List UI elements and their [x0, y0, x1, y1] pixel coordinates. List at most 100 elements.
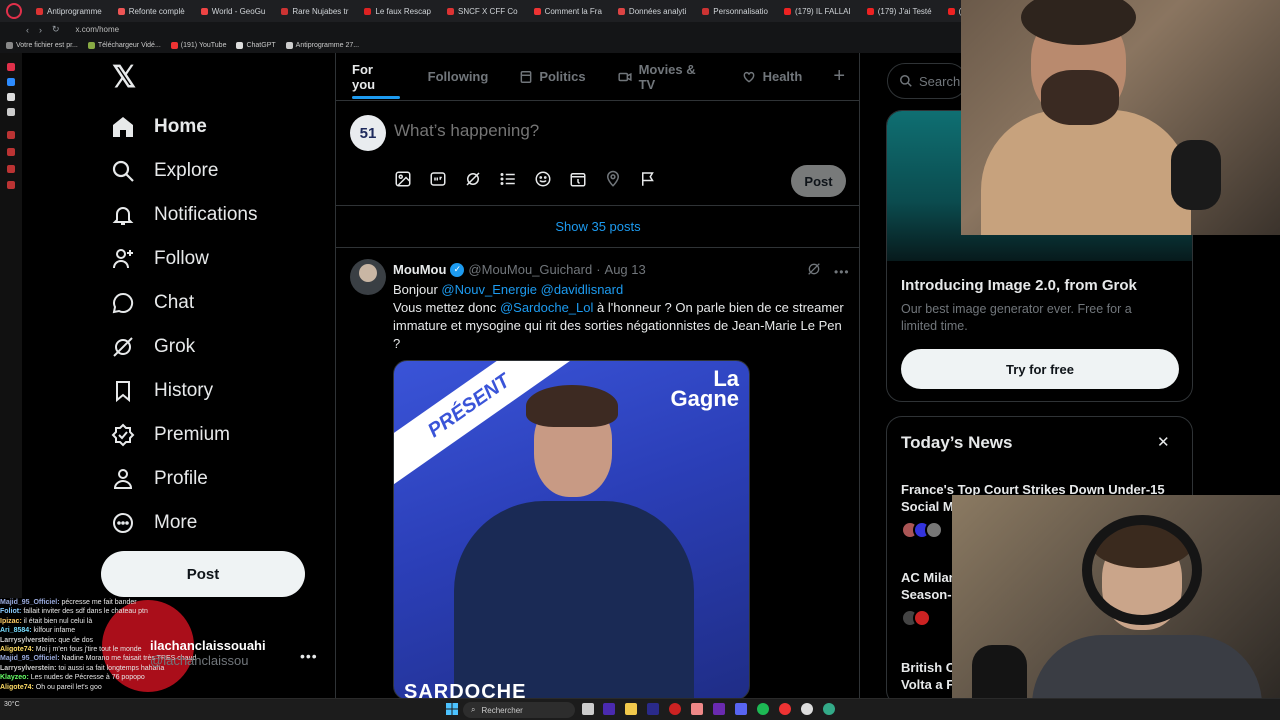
after-effects-icon[interactable] — [713, 703, 725, 715]
news-item[interactable]: AC Milan Season-l — [901, 569, 957, 603]
mention-link[interactable]: @Nouv_Energie — [441, 282, 537, 297]
browser-tab[interactable]: Antiprogramme — [28, 0, 110, 22]
emoji-icon[interactable] — [533, 169, 553, 189]
account-more-icon[interactable]: ••• — [300, 648, 318, 664]
app-icon[interactable] — [691, 703, 703, 715]
taskbar-search-placeholder: Rechercher — [481, 705, 523, 715]
try-for-free-button[interactable]: Try for free — [901, 349, 1179, 389]
app-icon[interactable] — [779, 703, 791, 715]
settings-icon[interactable] — [7, 181, 15, 189]
messenger-icon[interactable] — [7, 78, 15, 86]
browser-tab[interactable]: World - GeoGu — [193, 0, 274, 22]
compose-input[interactable] — [394, 121, 794, 141]
file-explorer-icon[interactable] — [625, 703, 637, 715]
windows-start-icon[interactable] — [446, 703, 458, 715]
bookmark-item[interactable]: Antiprogramme 27... — [285, 41, 359, 49]
photoshop-icon[interactable] — [603, 703, 615, 715]
nav-item-follow[interactable]: Follow — [110, 239, 209, 279]
tiktok-icon[interactable] — [7, 93, 15, 101]
tab-health[interactable]: Health — [725, 53, 818, 101]
browser-tab[interactable]: Rare Nujabes tr — [273, 0, 356, 22]
nav-item-more[interactable]: More — [110, 503, 197, 543]
opera-logo-icon[interactable] — [6, 3, 22, 19]
opera-icon[interactable] — [669, 703, 681, 715]
heart-icon[interactable] — [7, 131, 15, 139]
tab-following[interactable]: Following — [412, 53, 504, 101]
text: Bonjour — [393, 282, 442, 297]
nav-item-notifications[interactable]: Notifications — [110, 195, 258, 235]
spotify-icon[interactable] — [757, 703, 769, 715]
tweet[interactable]: MouMou ✓ @MouMou_Guichard · Aug 13 ••• B… — [336, 249, 860, 700]
tweet-handle[interactable]: @MouMou_Guichard — [468, 262, 592, 277]
url-field[interactable]: x.com/home — [76, 25, 120, 34]
x-logo[interactable]: 𝕏 — [112, 63, 138, 93]
show-new-posts[interactable]: Show 35 posts — [336, 206, 860, 248]
nav-item-history[interactable]: History — [110, 371, 213, 411]
back-icon[interactable]: ‹ — [26, 25, 29, 35]
task-view-icon[interactable] — [582, 703, 594, 715]
tab-for-you[interactable]: For you — [336, 53, 412, 101]
download-icon[interactable] — [7, 165, 15, 173]
nav-item-explore[interactable]: Explore — [110, 151, 218, 191]
bookmark-item[interactable]: Téléchargeur Vidé... — [87, 41, 161, 49]
nav-item-grok[interactable]: Grok — [110, 327, 195, 367]
sidebar-app-icon[interactable] — [7, 63, 15, 71]
search-icon — [900, 75, 912, 87]
search-input[interactable]: Search — [887, 63, 967, 99]
tab-politics[interactable]: Politics — [503, 53, 600, 101]
browser-tab[interactable]: Refonte complè — [110, 0, 193, 22]
browser-tab[interactable]: Personnalisatio — [694, 0, 776, 22]
nav-item-chat[interactable]: Chat — [110, 283, 194, 323]
mention-link[interactable]: @Sardoche_Lol — [500, 300, 593, 315]
premiere-icon[interactable] — [647, 703, 659, 715]
bookmark-item[interactable]: ChatGPT — [236, 41, 276, 49]
bookmark-item[interactable]: (191) YouTube — [170, 41, 226, 49]
nav-item-profile[interactable]: Profile — [110, 459, 208, 499]
avatar[interactable] — [350, 259, 386, 295]
poll-icon[interactable] — [498, 169, 518, 189]
chat-username: Foliot: — [0, 608, 22, 616]
mention-link[interactable]: @davidlisnard — [541, 282, 624, 297]
gif-icon[interactable] — [428, 169, 448, 189]
x-app-icon[interactable] — [7, 108, 15, 116]
nav-item-home[interactable]: Home — [110, 107, 207, 147]
browser-tab[interactable]: Comment la Fra — [526, 0, 610, 22]
app-icon[interactable] — [823, 703, 835, 715]
weather-widget[interactable]: 30°C — [4, 701, 20, 709]
browser-tab[interactable]: (179) J'ai Testé — [859, 0, 940, 22]
more-icon[interactable]: ••• — [834, 265, 850, 279]
taskbar-search[interactable]: ⌕ Rechercher — [463, 702, 575, 718]
discord-icon[interactable] — [735, 703, 747, 715]
close-icon[interactable]: ✕ — [1157, 433, 1170, 451]
add-tab-button[interactable]: + — [817, 53, 860, 101]
schedule-icon[interactable] — [568, 169, 588, 189]
browser-tab[interactable]: Le faux Rescap — [356, 0, 439, 22]
bookmark-item[interactable]: Votre fichier est pr... — [6, 41, 78, 49]
news-item[interactable]: British C Volta a F — [901, 659, 957, 693]
chat-text: il était bien nul celui là — [23, 617, 93, 625]
tweet-image[interactable]: PRÉSENT La Gagne SARDOCHE — [393, 360, 750, 700]
post-button[interactable]: Post — [101, 551, 305, 597]
forward-icon[interactable]: › — [39, 25, 42, 35]
grok-icon[interactable] — [463, 169, 483, 189]
grok-icon[interactable] — [806, 261, 822, 282]
composer-post-button[interactable]: Post — [791, 165, 846, 197]
account-switcher[interactable]: ilachanclaissouahi @lachanclaissou — [150, 638, 266, 668]
browser-tab[interactable]: (179) IL FALLAI — [776, 0, 859, 22]
favicon-icon — [617, 7, 625, 15]
avatar[interactable]: 51 — [350, 115, 386, 151]
media-icon[interactable] — [393, 169, 413, 189]
obs-icon[interactable] — [801, 703, 813, 715]
reload-icon[interactable]: ↻ — [52, 24, 60, 35]
tweet-author-name[interactable]: MouMou — [393, 262, 446, 277]
clock-icon[interactable] — [7, 148, 15, 156]
nav-item-premium[interactable]: Premium — [110, 415, 230, 455]
nav-label: More — [154, 512, 198, 533]
location-icon[interactable] — [603, 169, 623, 189]
tweet-date[interactable]: Aug 13 — [605, 262, 646, 277]
windows-taskbar: 30°C ⌕ Rechercher — [0, 698, 1280, 720]
flag-icon[interactable] — [638, 169, 658, 189]
browser-tab[interactable]: Données analyti — [610, 0, 694, 22]
browser-tab[interactable]: SNCF X CFF Co — [439, 0, 526, 22]
tab-movies-tv[interactable]: Movies & TV — [601, 53, 725, 101]
